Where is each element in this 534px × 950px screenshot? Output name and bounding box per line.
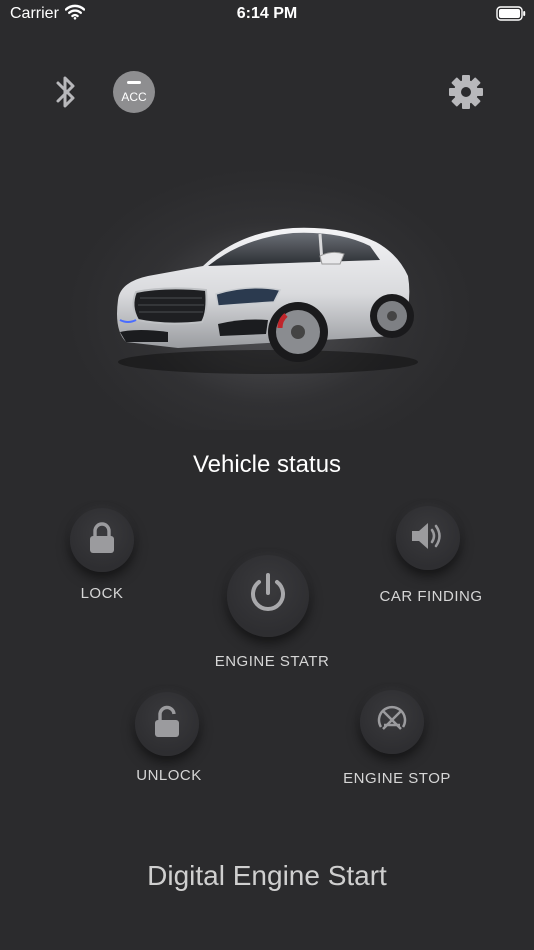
speaker-icon: [409, 519, 447, 558]
car-finding-label: CAR FINDING: [379, 588, 483, 605]
lock-button[interactable]: [70, 508, 134, 572]
acc-minus-icon: [127, 81, 141, 84]
gear-icon[interactable]: [447, 73, 485, 116]
unlock-button[interactable]: [135, 692, 199, 756]
vehicle-status-title: Vehicle status: [192, 451, 342, 478]
unlock-label: UNLOCK: [136, 767, 202, 784]
unlock-icon: [151, 705, 183, 744]
power-icon: [245, 571, 291, 622]
engine-stop-icon: [373, 705, 411, 740]
engine-stop-button[interactable]: [360, 690, 424, 754]
engine-stop-label: ENGINE STOP: [343, 770, 451, 787]
acc-button[interactable]: ACC: [113, 71, 155, 113]
car-image: [108, 220, 418, 385]
status-time: 6:14 PM: [236, 5, 298, 22]
lock-label: LOCK: [80, 585, 124, 602]
bluetooth-icon[interactable]: [52, 72, 80, 117]
status-bar: Carrier 6:14 PM: [0, 0, 534, 30]
lock-icon: [86, 521, 118, 560]
app-title: Digital Engine Start: [147, 860, 387, 891]
battery-icon: [496, 6, 526, 27]
engine-start-button[interactable]: [227, 555, 309, 637]
car-finding-button[interactable]: [396, 506, 460, 570]
engine-start-label: ENGINE STATR: [214, 653, 330, 670]
acc-label: ACC: [121, 90, 147, 104]
